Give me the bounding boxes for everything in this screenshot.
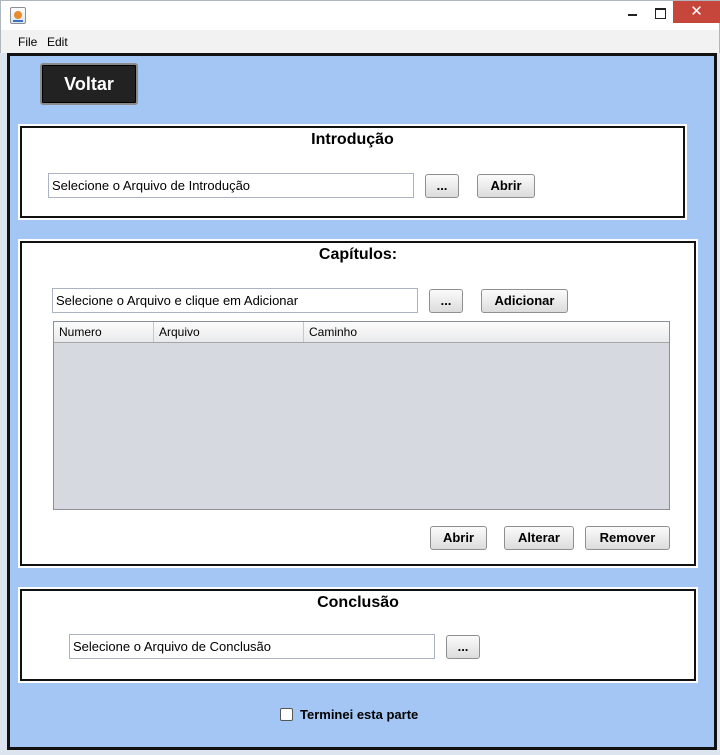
menu-edit[interactable]: Edit bbox=[47, 35, 68, 49]
java-cup-icon bbox=[10, 7, 26, 24]
done-checkbox[interactable] bbox=[280, 708, 293, 721]
introducao-file-field[interactable]: Selecione o Arquivo de Introdução bbox=[48, 173, 414, 198]
window-frame-left bbox=[0, 53, 7, 750]
capitulos-abrir-button[interactable]: Abrir bbox=[430, 526, 487, 550]
conclusao-title: Conclusão bbox=[317, 594, 399, 611]
introducao-abrir-button[interactable]: Abrir bbox=[477, 174, 535, 198]
main-content: Voltar Introdução Selecione o Arquivo de… bbox=[7, 53, 717, 750]
minimize-button[interactable] bbox=[619, 1, 646, 23]
introducao-title: Introdução bbox=[311, 131, 394, 148]
introducao-browse-button[interactable]: ... bbox=[425, 174, 459, 198]
table-header: Numero Arquivo Caminho bbox=[54, 322, 669, 343]
conclusao-panel: Conclusão Selecione o Arquivo de Conclus… bbox=[20, 589, 696, 681]
window-frame-bottom bbox=[0, 750, 720, 755]
introducao-panel: Introdução Selecione o Arquivo de Introd… bbox=[20, 126, 685, 218]
column-header-arquivo[interactable]: Arquivo bbox=[154, 322, 304, 342]
maximize-button[interactable] bbox=[646, 1, 673, 23]
menu-file[interactable]: File bbox=[18, 35, 37, 49]
menu-bar: File Edit bbox=[0, 30, 720, 53]
capitulos-title: Capítulos: bbox=[318, 246, 398, 263]
done-checkbox-label[interactable]: Terminei esta parte bbox=[300, 707, 418, 722]
close-button[interactable]: ✕ bbox=[673, 1, 720, 23]
voltar-button[interactable]: Voltar bbox=[40, 63, 138, 105]
capitulos-table[interactable]: Numero Arquivo Caminho bbox=[53, 321, 670, 510]
column-header-caminho[interactable]: Caminho bbox=[304, 322, 669, 342]
capitulos-panel: Capítulos: Selecione o Arquivo e clique … bbox=[20, 241, 696, 566]
title-bar: ✕ bbox=[0, 0, 720, 30]
alterar-button[interactable]: Alterar bbox=[504, 526, 574, 550]
capitulos-file-field[interactable]: Selecione o Arquivo e clique em Adiciona… bbox=[52, 288, 418, 313]
conclusao-browse-button[interactable]: ... bbox=[446, 635, 480, 659]
column-header-numero[interactable]: Numero bbox=[54, 322, 154, 342]
close-icon: ✕ bbox=[690, 2, 703, 20]
conclusao-file-field[interactable]: Selecione o Arquivo de Conclusão bbox=[69, 634, 435, 659]
remover-button[interactable]: Remover bbox=[585, 526, 670, 550]
capitulos-browse-button[interactable]: ... bbox=[429, 289, 463, 313]
adicionar-button[interactable]: Adicionar bbox=[481, 289, 568, 313]
